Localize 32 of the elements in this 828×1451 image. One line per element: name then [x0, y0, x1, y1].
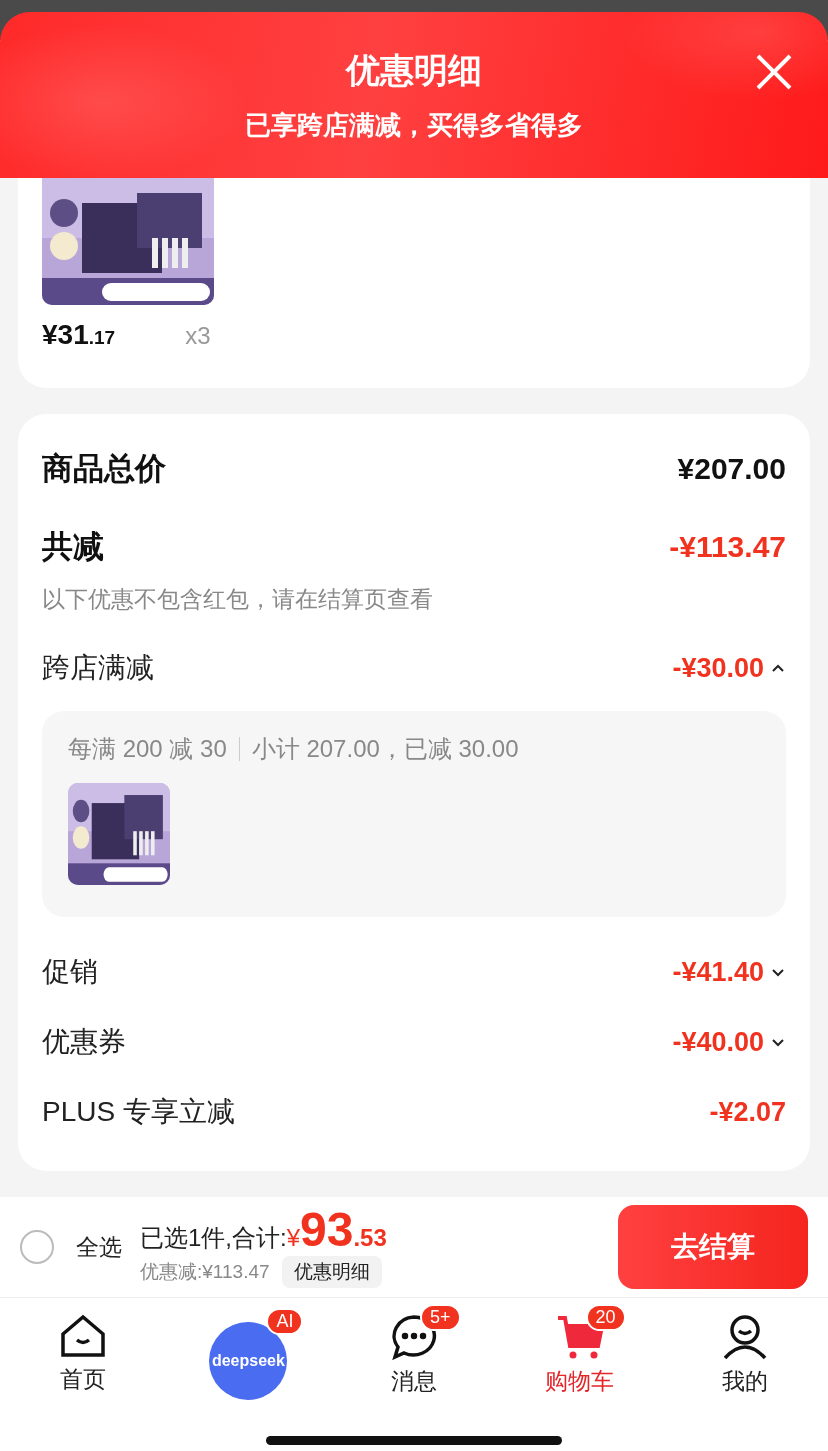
sheet-title: 优惠明细: [346, 49, 482, 91]
badge: 20: [585, 1304, 626, 1331]
checkout-button[interactable]: 去结算: [618, 1205, 808, 1289]
nav-tab[interactable]: 我的: [685, 1308, 806, 1397]
discount-label: 优惠券: [42, 1025, 126, 1059]
order-total: 已选1件,合计:¥93.53: [140, 1206, 388, 1254]
discount-rule: 每满 200 减 30: [68, 734, 227, 764]
select-all-radio[interactable]: [20, 1230, 54, 1264]
discount-amount: -¥30.00: [672, 652, 764, 684]
discount-label: 跨店满减: [42, 651, 154, 685]
discount-amount: -¥2.07: [709, 1096, 786, 1128]
discount-note: 以下优惠不包含红包，请在结算页查看: [42, 585, 434, 614]
total-amount: ¥207.00: [677, 452, 786, 486]
discount-amount: -¥40.00: [672, 1026, 764, 1058]
home-icon: [58, 1314, 107, 1358]
discount-total-amount: -¥113.47: [669, 530, 786, 564]
badge: AI: [266, 1308, 304, 1335]
saved-amount: 优惠减:¥113.47: [140, 1260, 270, 1284]
badge: 5+: [420, 1304, 461, 1331]
discount-label: PLUS 专享立减: [42, 1095, 235, 1129]
nav-tab[interactable]: 首页: [22, 1308, 143, 1395]
close-button[interactable]: [754, 52, 794, 92]
discount-detail-button[interactable]: 优惠明细: [281, 1256, 382, 1288]
discount-total-label: 共减: [42, 528, 104, 566]
total-label: 商品总价: [42, 450, 166, 488]
discount-amount: -¥41.40: [672, 956, 764, 988]
sheet-subtitle: 已享跨店满减，买得多省得多: [245, 108, 583, 142]
discount-label: 促销: [42, 955, 98, 989]
product-quantity: x3: [185, 322, 211, 350]
product-price: ¥31.17: [42, 319, 116, 351]
select-all-label: 全选: [76, 1232, 122, 1262]
discount-subtotal: 小计 207.00，已减 30.00: [251, 734, 519, 764]
